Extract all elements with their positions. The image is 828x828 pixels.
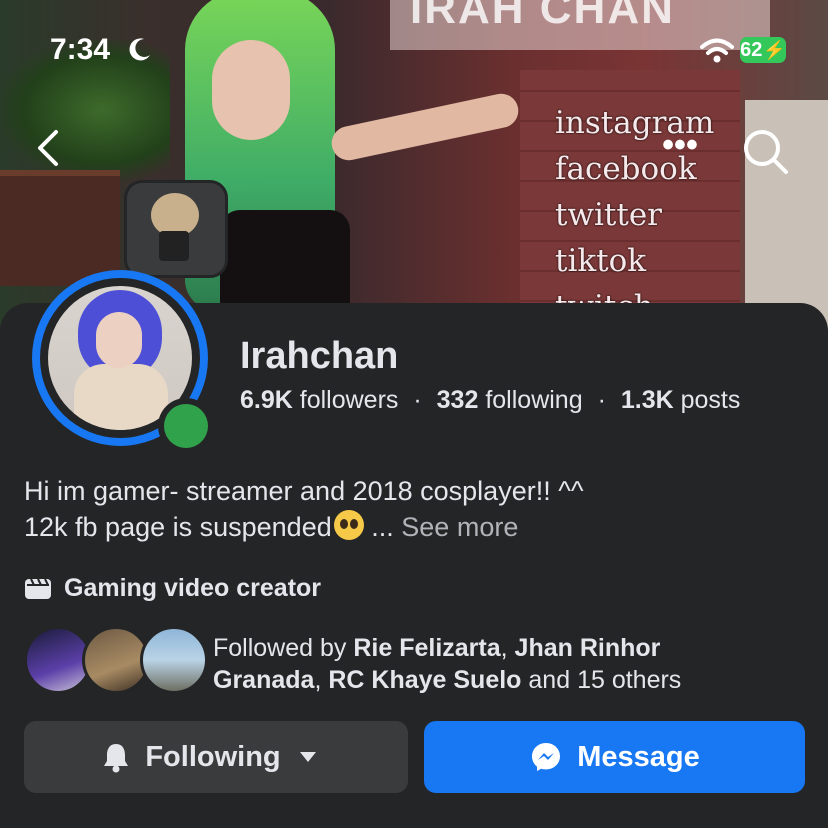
cover-person-arm [328,90,522,164]
see-more-link[interactable]: See more [401,512,518,542]
following-button-label: Following [145,740,281,773]
wifi-icon [700,38,734,63]
cover-shelf [0,170,120,286]
story-thumbnail[interactable] [124,180,228,278]
cover-banner-text: IRAH CHAN [410,0,675,33]
profile-category: Gaming video creator [24,574,321,603]
bio-line-text: 12k fb page is suspended [24,512,332,542]
clapperboard-icon [25,578,51,599]
cover-person-face [212,40,290,140]
followed-by-prefix: Followed by [213,634,347,662]
mutual-followers-text[interactable]: Followed by Rie Felizarta, Jhan Rinhor G… [213,632,681,696]
followers-count[interactable]: 6.9K [240,386,293,414]
search-icon[interactable] [740,126,792,178]
profile-stats: 6.9K followers · 332 following · 1.3K po… [240,386,740,415]
category-label: Gaming video creator [64,574,322,602]
mutual-friend-name[interactable]: Granada [213,666,314,694]
battery-indicator: 62 ⚡ [740,37,786,63]
battery-level: 62 [740,38,763,61]
charging-bolt-icon: ⚡ [763,39,786,60]
posts-label: posts [680,386,741,414]
mutual-friend-name[interactable]: RC Khaye Suelo [328,666,521,694]
stats-separator: · [597,386,606,414]
bio-line: Hi im gamer- streamer and 2018 cosplayer… [24,476,584,506]
name-separator: , [314,666,322,694]
avatar-body [74,364,168,430]
mutual-others[interactable]: and 15 others [528,666,681,694]
profile-name: Irahchan [240,335,399,377]
profile-bio: Hi im gamer- streamer and 2018 cosplayer… [24,473,584,545]
bio-ellipsis: ... [371,512,394,542]
message-button-label: Message [577,740,700,773]
phone-image [159,231,189,261]
following-button[interactable]: Following [24,721,408,793]
message-button[interactable]: Message [424,721,805,793]
online-dot [164,404,208,448]
online-status-badge [158,398,214,454]
social-link-text: tiktok [555,243,647,279]
social-link-text: twitter [555,197,662,233]
more-options-icon[interactable]: ••• [658,128,702,170]
mutual-friend-name[interactable]: Jhan Rinhor [515,634,661,662]
avatar-face [96,312,142,368]
bell-icon [104,744,129,773]
back-chevron-icon[interactable] [28,126,72,170]
mutual-friend-name[interactable]: Rie Felizarta [353,634,500,662]
mutual-friend-avatar[interactable] [140,626,208,694]
name-separator: , [500,634,508,662]
status-time: 7:34 [50,33,111,66]
messenger-icon [532,743,561,771]
following-label[interactable]: following [485,386,582,414]
stats-separator: · [413,386,422,414]
bio-line-2: 12k fb page is suspended ... See more [24,509,584,545]
moon-icon [129,38,150,61]
followers-label[interactable]: followers [300,386,399,414]
posts-count: 1.3K [620,386,674,414]
pleading-face-emoji-icon [333,510,364,540]
chevron-down-icon [299,752,316,762]
following-count[interactable]: 332 [437,386,479,414]
